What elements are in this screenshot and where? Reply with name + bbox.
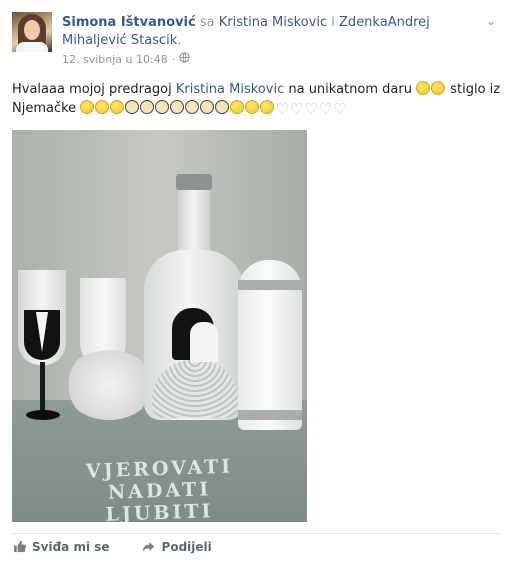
chevron-down-icon[interactable]: ⌄ (484, 14, 498, 28)
with-word: sa (199, 15, 215, 30)
smile-emoji-icon (95, 100, 110, 114)
heart-emoji-icon: ♡ (333, 100, 347, 118)
smile-emoji-icon (260, 100, 275, 114)
post-text: Hvalaaa mojoj predragoj Kristina Miskovi… (12, 80, 502, 118)
thumbs-up-icon (12, 540, 26, 554)
smile-emoji-icon (245, 100, 260, 114)
smile-emoji-icon (230, 100, 245, 114)
heart-emoji-icon: ♡ (304, 100, 318, 118)
share-button[interactable]: Podijeli (142, 540, 212, 554)
header-tail: . (177, 33, 182, 48)
heart-emoji-icon: ♡ (289, 100, 304, 118)
text-mention[interactable]: Kristina Miskovic (176, 82, 284, 97)
sunglasses-emoji-icon (170, 100, 185, 114)
post-actions: Sviđa mi se Podijeli (12, 540, 212, 554)
smile-emoji-icon (80, 100, 95, 114)
sunglasses-emoji-icon (200, 100, 215, 114)
globe-icon (179, 52, 190, 66)
author-name[interactable]: Simona Ištvanović (62, 15, 196, 30)
text-part-1: Hvalaaa mojoj predragoj (12, 82, 172, 97)
sunglasses-emoji-icon (155, 100, 170, 114)
sunglasses-emoji-icon (125, 100, 140, 114)
author-avatar[interactable] (12, 12, 52, 52)
smile-emoji-icon (110, 100, 125, 114)
sunglasses-emoji-icon (185, 100, 200, 114)
smile-emoji-icon (431, 81, 446, 95)
post-header: Simona Ištvanović sa Kristina Miskovic i… (62, 14, 482, 50)
post-meta: 12. svibnja u 10:48 · (62, 52, 190, 66)
and-word: i (331, 15, 335, 30)
share-arrow-icon (142, 540, 156, 554)
tagged-user-1[interactable]: Kristina Miskovic (219, 15, 327, 30)
post-photo[interactable]: VJEROVATI NADATI LJUBITI (12, 130, 307, 522)
meta-separator: · (171, 52, 176, 66)
sunglasses-emoji-icon (215, 100, 230, 114)
facebook-post-card: Simona Ištvanović sa Kristina Miskovic i… (0, 0, 512, 564)
text-part-2: na unikatnom daru (288, 82, 412, 97)
sunglasses-emoji-icon (140, 100, 155, 114)
share-label: Podijeli (161, 540, 212, 554)
like-label: Sviđa mi se (32, 540, 110, 554)
post-timestamp[interactable]: 12. svibnja u 10:48 (62, 53, 168, 66)
heart-emoji-icon: ♡ (318, 100, 333, 118)
smile-emoji-icon (416, 81, 431, 95)
action-divider (12, 533, 500, 534)
like-button[interactable]: Sviđa mi se (12, 540, 110, 554)
heart-emoji-icon: ♡ (275, 100, 289, 118)
